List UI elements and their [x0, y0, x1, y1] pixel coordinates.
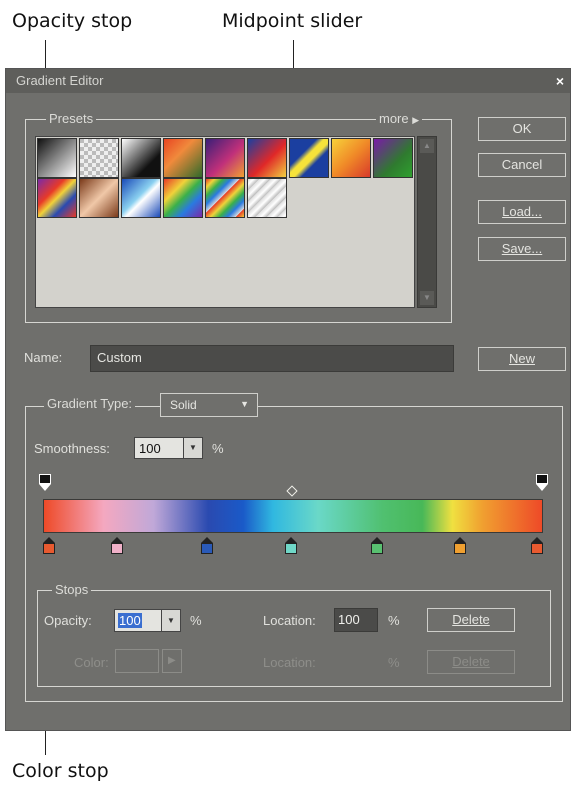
presets-list: [35, 136, 415, 308]
preset-swatch[interactable]: [163, 178, 203, 218]
triangle-right-icon: ▶: [168, 655, 176, 666]
cancel-button[interactable]: Cancel: [478, 153, 566, 177]
preset-swatch[interactable]: [373, 138, 413, 178]
triangle-right-icon: ▶: [412, 115, 420, 125]
scroll-down-arrow-icon[interactable]: ▼: [420, 291, 434, 305]
smoothness-field[interactable]: 100: [134, 437, 184, 459]
presets-label: Presets: [46, 111, 97, 126]
smoothness-dropdown[interactable]: ▼: [183, 437, 203, 459]
delete-label: Delete: [452, 612, 490, 627]
color-stop-callout: Color stop: [12, 760, 109, 782]
opacity-field[interactable]: 100: [114, 609, 162, 632]
color-location-label: Location:: [263, 655, 316, 670]
presets-scrollbar[interactable]: ▲ ▼: [417, 136, 437, 308]
close-icon[interactable]: ×: [556, 69, 564, 93]
opacity-dropdown[interactable]: ▼: [161, 609, 181, 632]
opacity-stop-callout: Opacity stop: [12, 10, 133, 32]
delete-color-stop-button[interactable]: Delete: [427, 650, 515, 674]
preset-swatch[interactable]: [121, 178, 161, 218]
color-stop[interactable]: [284, 537, 298, 555]
preset-swatch[interactable]: [331, 138, 371, 178]
color-location-unit: %: [388, 655, 400, 670]
preset-swatch[interactable]: [37, 178, 77, 218]
scroll-up-arrow-icon[interactable]: ▲: [420, 139, 434, 153]
color-stop[interactable]: [531, 537, 544, 555]
load-button[interactable]: Load...: [478, 200, 566, 224]
gradient-type-group: Gradient Type: Solid ▼ Smoothness: 100 ▼…: [25, 393, 563, 702]
color-stop[interactable]: [454, 537, 467, 555]
opacity-stop-left[interactable]: [39, 474, 52, 492]
opacity-value: 100: [118, 613, 142, 628]
stops-label: Stops: [52, 582, 92, 597]
opacity-label: Opacity:: [44, 613, 92, 628]
preset-swatch[interactable]: [79, 138, 119, 178]
name-field[interactable]: Custom: [90, 345, 454, 372]
name-label: Name:: [24, 350, 63, 365]
ok-button[interactable]: OK: [478, 117, 566, 141]
preset-swatch[interactable]: [205, 138, 245, 178]
preset-swatch[interactable]: [37, 138, 77, 178]
gradient-editor-dialog: Gradient Editor × Presets more ▶ ▲ ▼ OK …: [5, 68, 571, 731]
window-title: Gradient Editor: [16, 73, 104, 88]
opacity-location-field[interactable]: 100: [334, 608, 378, 632]
preset-swatch[interactable]: [289, 138, 329, 178]
save-button[interactable]: Save...: [478, 237, 566, 261]
preset-swatch[interactable]: [205, 178, 245, 218]
preset-swatch[interactable]: [247, 178, 287, 218]
smoothness-label: Smoothness:: [34, 441, 110, 456]
opacity-stop-right[interactable]: [536, 474, 549, 492]
opacity-location-unit: %: [388, 613, 400, 628]
stops-group: Stops Opacity: 100 ▼ % Location: 100 % D…: [37, 582, 551, 687]
midpoint-slider-callout: Midpoint slider: [222, 10, 363, 32]
color-stop[interactable]: [371, 537, 384, 555]
chevron-down-icon: ▼: [189, 443, 197, 452]
gradient-type-label: Gradient Type:: [44, 396, 136, 411]
color-label: Color:: [74, 655, 109, 670]
preset-swatch[interactable]: [79, 178, 119, 218]
color-menu-button[interactable]: ▶: [162, 649, 182, 673]
smoothness-value: 100: [139, 441, 161, 456]
preset-swatch[interactable]: [247, 138, 287, 178]
more-menu[interactable]: more ▶: [376, 111, 423, 126]
load-label: Load...: [502, 204, 542, 219]
opacity-location-label: Location:: [263, 613, 316, 628]
chevron-down-icon: ▼: [167, 616, 175, 625]
gradient-type-value: Solid: [170, 398, 197, 412]
delete-opacity-stop-button[interactable]: Delete: [427, 608, 515, 632]
color-stop[interactable]: [43, 537, 56, 555]
gradient-type-select[interactable]: Solid ▼: [160, 393, 258, 417]
title-bar: Gradient Editor ×: [6, 69, 570, 93]
opacity-unit: %: [190, 613, 202, 628]
delete-label: Delete: [452, 654, 490, 669]
opacity-location-value: 100: [338, 612, 360, 627]
new-button[interactable]: New: [478, 347, 566, 371]
color-swatch[interactable]: [115, 649, 159, 673]
new-label: New: [508, 351, 535, 366]
save-label: Save...: [501, 241, 543, 256]
presets-group: Presets more ▶ ▲ ▼: [25, 111, 452, 323]
chevron-down-icon: ▼: [240, 399, 249, 409]
color-stop[interactable]: [201, 537, 214, 555]
midpoint-slider[interactable]: [286, 485, 298, 497]
smoothness-unit: %: [212, 441, 224, 456]
name-value: Custom: [97, 350, 142, 365]
more-label: more: [379, 111, 409, 126]
gradient-bar[interactable]: [43, 499, 543, 533]
preset-swatch[interactable]: [121, 138, 161, 178]
color-stops: [43, 537, 543, 559]
color-stop[interactable]: [110, 537, 124, 555]
preset-swatch[interactable]: [163, 138, 203, 178]
